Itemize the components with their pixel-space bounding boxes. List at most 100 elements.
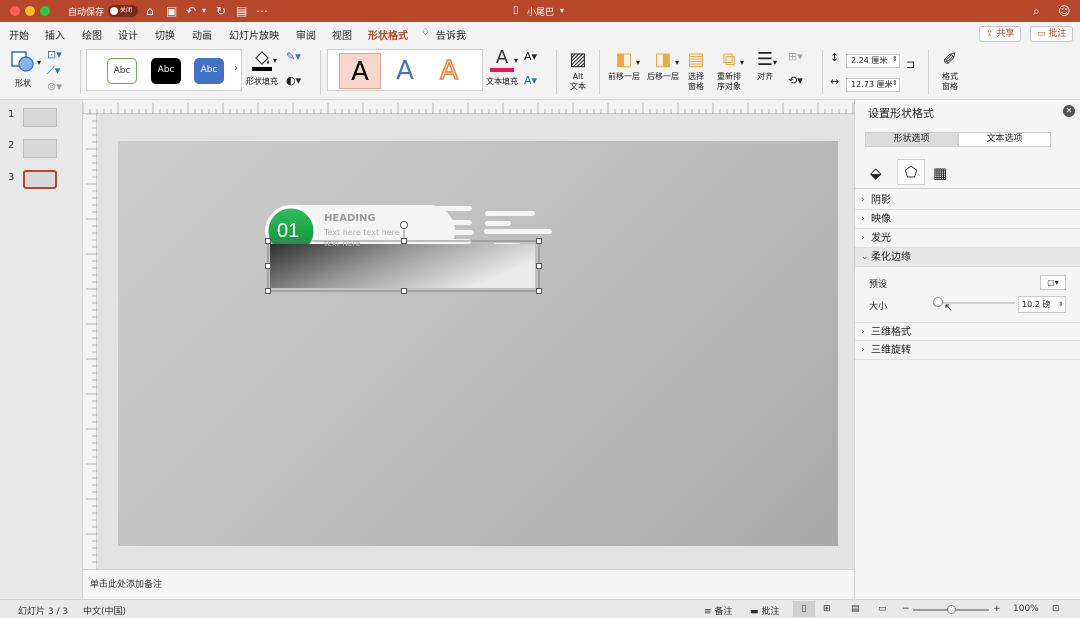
tab-draw[interactable]: 绘图 <box>82 27 102 42</box>
card-body-line[interactable]: Text here text here <box>324 228 400 237</box>
shape-effects-icon[interactable]: ◐▾ <box>286 75 301 86</box>
title-dropdown-icon[interactable]: ▾ <box>560 3 564 19</box>
home-icon[interactable]: ⌂ <box>146 3 154 19</box>
print-icon[interactable]: ▤ <box>236 3 247 19</box>
zoom-level[interactable]: 100% <box>1013 604 1039 614</box>
zoom-slider-thumb[interactable] <box>947 605 956 614</box>
group-icon[interactable]: ⊞▾ <box>788 51 803 62</box>
zoom-in-icon[interactable]: + <box>993 604 1001 614</box>
pane-tab-text-options[interactable]: 文本选项 <box>958 132 1051 147</box>
resize-handle[interactable] <box>536 263 542 269</box>
tab-review[interactable]: 审阅 <box>296 27 316 42</box>
document-title[interactable]: 小尾巴 <box>527 5 554 18</box>
section-reflection[interactable]: › 映像 <box>855 210 1080 229</box>
height-stepper[interactable]: ⇕ <box>892 54 898 64</box>
pane-tab-shape-options[interactable]: 形状选项 <box>865 132 958 147</box>
language-indicator[interactable]: 中文(中国) <box>83 604 126 617</box>
selection-pane-button[interactable]: ▤ 选择 窗格 <box>683 48 709 92</box>
preset-dropdown[interactable]: ▢▾ <box>1040 275 1066 290</box>
notes-toggle-button[interactable]: ≡ 备注 <box>704 604 732 617</box>
lock-aspect-icon[interactable]: ⊐ <box>906 59 915 70</box>
align-dropdown-icon[interactable]: ▾ <box>773 58 777 68</box>
autosave-toggle[interactable]: 关闭 <box>108 5 138 17</box>
reading-view-icon[interactable]: ▤ <box>851 604 860 614</box>
zoom-out-icon[interactable]: − <box>902 604 910 614</box>
section-soft-edges[interactable]: ⌄ 柔化边缘 <box>855 248 1080 267</box>
text-fill-dropdown-icon[interactable]: ▾ <box>514 56 518 66</box>
normal-view-icon[interactable]: ▯ <box>793 601 815 617</box>
wordart-style-3[interactable]: A <box>428 53 470 89</box>
effects-icon[interactable]: ⬠ <box>897 159 925 185</box>
resize-handle[interactable] <box>265 263 271 269</box>
send-backward-dropdown-icon[interactable]: ▾ <box>675 58 679 68</box>
size-stepper[interactable]: ⇕ <box>1058 297 1063 312</box>
section-glow[interactable]: › 发光 <box>855 229 1080 248</box>
close-pane-icon[interactable]: ✕ <box>1063 105 1075 117</box>
slide-canvas[interactable]: 01 HEADING Text here text here text here <box>97 114 854 569</box>
size-slider-thumb[interactable] <box>932 297 943 307</box>
resize-handle[interactable] <box>536 288 542 294</box>
shape-style-3[interactable]: Abc <box>194 58 224 84</box>
zoom-window-button[interactable] <box>40 6 50 16</box>
tab-slideshow[interactable]: 幻灯片放映 <box>229 27 279 42</box>
fill-line-icon[interactable]: ⬙ <box>870 164 882 182</box>
slide-thumbnail-1[interactable] <box>23 108 57 127</box>
size-value-field[interactable]: 10.2 磅 ⇕ <box>1018 296 1066 313</box>
tab-transitions[interactable]: 切换 <box>155 27 175 42</box>
slide[interactable]: 01 HEADING Text here text here text here <box>118 141 838 546</box>
slideshow-icon[interactable]: ▭ <box>878 604 887 614</box>
save-icon[interactable]: ▣ <box>166 3 177 19</box>
more-icon[interactable]: ⋯ <box>256 3 268 19</box>
section-shadow[interactable]: › 阴影 <box>855 191 1080 210</box>
tab-home[interactable]: 开始 <box>9 27 29 42</box>
tell-me-field[interactable]: 告诉我 <box>436 27 466 42</box>
alt-text-button[interactable]: ▨ Alt 文本 <box>562 48 594 92</box>
resize-handle[interactable] <box>401 288 407 294</box>
section-3d-rotation[interactable]: › 三维旋转 <box>855 341 1080 360</box>
comments-toggle-button[interactable]: ▬ 批注 <box>750 604 779 617</box>
section-3d-format[interactable]: › 三维格式 <box>855 322 1080 341</box>
card-heading[interactable]: HEADING <box>324 213 376 224</box>
search-icon[interactable]: ⌕ <box>1033 3 1040 19</box>
text-fill-button[interactable]: A 文本填充 <box>485 48 519 87</box>
minimize-window-button[interactable] <box>25 6 35 16</box>
tab-insert[interactable]: 插入 <box>45 27 65 42</box>
text-outline-icon[interactable]: A▾ <box>524 51 537 62</box>
wordart-style-2[interactable]: A <box>384 53 426 89</box>
slide-sorter-icon[interactable]: ⊞ <box>823 604 831 614</box>
slide-thumbnail-3[interactable] <box>23 170 57 189</box>
text-box-icon[interactable]: ⊡▾ <box>47 49 62 60</box>
resize-handle[interactable] <box>536 238 542 244</box>
shape-style-1[interactable]: Abc <box>107 58 137 84</box>
fill-dropdown-icon[interactable]: ▾ <box>273 56 277 66</box>
text-effects-icon[interactable]: A▾ <box>524 75 537 86</box>
edit-shape-icon[interactable]: ⟋▾ <box>47 65 60 76</box>
size-properties-icon[interactable]: ▦ <box>933 164 947 182</box>
shape-style-2[interactable]: Abc <box>151 58 181 84</box>
rotate-icon[interactable]: ⟲▾ <box>788 75 803 86</box>
comments-button[interactable]: ▭ 批注 <box>1030 26 1074 42</box>
wordart-style-1[interactable]: A <box>339 53 381 89</box>
tab-design[interactable]: 设计 <box>118 27 138 42</box>
merge-shapes-icon[interactable]: ⊚▾ <box>47 81 62 92</box>
width-stepper[interactable]: ⇕ <box>892 78 898 88</box>
reorder-dropdown-icon[interactable]: ▾ <box>740 58 744 68</box>
tab-animations[interactable]: 动画 <box>192 27 212 42</box>
account-icon[interactable]: ☺ <box>1058 3 1071 19</box>
gallery-next-icon[interactable]: › <box>234 64 238 74</box>
reorder-objects-button[interactable]: ⧉ 重新排 序对象 <box>712 48 746 92</box>
shape-fill-button[interactable]: 形状填充 <box>245 48 279 87</box>
insert-shape-button[interactable]: 形状 <box>8 50 38 89</box>
close-window-button[interactable] <box>10 6 20 16</box>
slide-thumbnail-2[interactable] <box>23 139 57 158</box>
resize-handle[interactable] <box>265 238 271 244</box>
undo-icon[interactable]: ↶ <box>186 3 196 19</box>
notes-area[interactable]: 单击此处添加备注 <box>83 569 854 599</box>
soft-edge-shape[interactable] <box>270 244 535 288</box>
tab-view[interactable]: 视图 <box>332 27 352 42</box>
card-body-line[interactable]: text here <box>324 239 360 248</box>
shape-outline-icon[interactable]: ✎▾ <box>286 51 301 62</box>
redo-icon[interactable]: ↻ <box>216 3 226 19</box>
fit-to-window-icon[interactable]: ⊡ <box>1052 604 1060 614</box>
resize-handle[interactable] <box>401 238 407 244</box>
